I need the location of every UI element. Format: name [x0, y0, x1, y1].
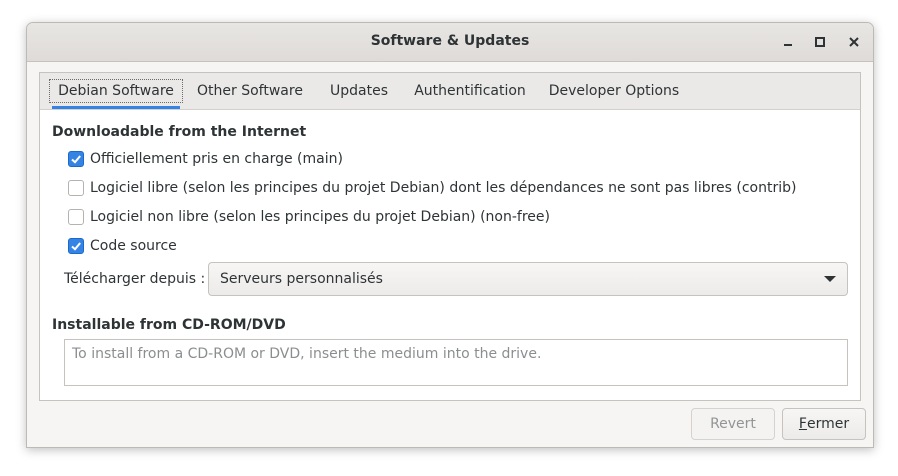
checkbox-box[interactable] [68, 151, 84, 167]
tab-debian-software[interactable]: Debian Software [49, 73, 183, 109]
checkmark-icon [71, 155, 81, 164]
cdrom-placeholder: To install from a CD-ROM or DVD, insert … [72, 346, 542, 362]
revert-button[interactable]: Revert [691, 408, 775, 440]
internet-section-heading: Downloadable from the Internet [52, 124, 307, 140]
close-button-mnemonic: F [798, 416, 807, 432]
checkbox-source-code[interactable]: Code source [68, 236, 177, 256]
checkbox-box[interactable] [68, 238, 84, 254]
tab-label: Updates [330, 83, 388, 99]
tab-label: Developer Options [548, 83, 680, 99]
maximize-icon [815, 37, 825, 47]
close-button[interactable]: Fermer [782, 408, 866, 440]
close-button-label: ermer [806, 416, 850, 432]
checkbox-label: Code source [90, 238, 177, 254]
close-icon [849, 37, 859, 47]
checkmark-icon [71, 242, 81, 251]
checkbox-box[interactable] [68, 180, 84, 196]
window-title: Software & Updates [370, 33, 530, 49]
tab-developer-options[interactable]: Developer Options [546, 73, 682, 109]
software-updates-window: Software & Updates Debian Software Other… [26, 22, 874, 448]
tab-authentification[interactable]: Authentification [410, 73, 530, 109]
download-server-value: Serveurs personnalisés [220, 271, 383, 287]
maximize-button[interactable] [809, 31, 831, 53]
checkbox-label: Logiciel non libre (selon les principes … [90, 209, 550, 225]
checkbox-main[interactable]: Officiellement pris en charge (main) [68, 149, 343, 169]
download-server-select[interactable]: Serveurs personnalisés [208, 262, 848, 296]
close-window-button[interactable] [843, 31, 865, 53]
dropdown-arrow-icon [824, 276, 836, 282]
tab-bar: Debian Software Other Software Updates A… [40, 73, 860, 110]
tab-other-software[interactable]: Other Software [194, 73, 306, 109]
title-bar[interactable]: Software & Updates [27, 23, 873, 62]
tab-label: Debian Software [49, 79, 183, 103]
tab-label: Authentification [414, 83, 526, 99]
minimize-icon [784, 44, 792, 46]
cdrom-section-heading: Installable from CD-ROM/DVD [52, 317, 286, 333]
checkbox-label: Officiellement pris en charge (main) [90, 151, 343, 167]
download-from-label: Télécharger depuis : [64, 271, 206, 287]
notebook: Debian Software Other Software Updates A… [39, 72, 861, 401]
checkbox-contrib[interactable]: Logiciel libre (selon les principes du p… [68, 178, 796, 198]
cdrom-list: To install from a CD-ROM or DVD, insert … [64, 339, 848, 386]
revert-button-label: Revert [710, 416, 756, 432]
tab-updates[interactable]: Updates [324, 73, 394, 109]
tab-label: Other Software [197, 83, 303, 99]
checkbox-non-free[interactable]: Logiciel non libre (selon les principes … [68, 207, 550, 227]
minimize-button[interactable] [777, 31, 799, 53]
checkbox-box[interactable] [68, 209, 84, 225]
checkbox-label: Logiciel libre (selon les principes du p… [90, 180, 797, 196]
